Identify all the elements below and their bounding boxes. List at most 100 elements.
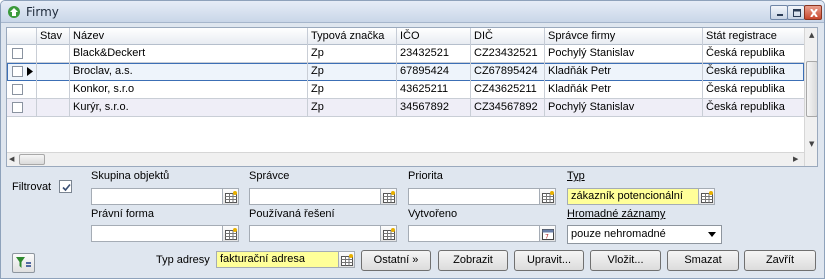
row-checkbox[interactable] xyxy=(12,102,23,113)
typ-cell: Zp xyxy=(308,99,397,117)
col-stat-registrace-header[interactable]: Stát registrace xyxy=(703,28,804,45)
chevron-down-icon xyxy=(708,232,716,237)
dic-cell: CZ67895424 xyxy=(471,63,545,81)
row-checkbox[interactable] xyxy=(12,48,23,59)
lookup-grid-icon xyxy=(341,254,353,266)
title-bar[interactable]: Firmy xyxy=(1,1,824,23)
horizontal-scrollbar[interactable]: ◀ ▶ xyxy=(7,152,804,166)
svg-text:7: 7 xyxy=(545,234,549,241)
vytvoreno-calendar-button[interactable]: 7 xyxy=(539,225,556,242)
vertical-scroll-thumb[interactable] xyxy=(806,61,817,117)
hromadne-zaznamy-select[interactable]: pouze nehromadné xyxy=(567,225,722,244)
priorita-input[interactable] xyxy=(408,188,539,205)
col-nazev-header[interactable]: Název xyxy=(70,28,308,45)
spravce-cell: Pochylý Stanislav xyxy=(545,99,703,117)
scroll-down-arrow-icon[interactable]: ▼ xyxy=(809,140,814,148)
scroll-up-arrow-icon[interactable]: ▲ xyxy=(809,31,814,39)
spravce-cell: Pochylý Stanislav xyxy=(545,45,703,63)
checkmark-icon xyxy=(62,183,71,192)
stav-cell xyxy=(37,81,70,99)
col-spravce-firmy-header[interactable]: Správce firmy xyxy=(545,28,703,45)
filter-toggle-button[interactable] xyxy=(12,253,35,273)
ico-cell: 43625211 xyxy=(397,81,471,99)
close-icon xyxy=(810,9,818,17)
vertical-scrollbar[interactable]: ▲ ▼ xyxy=(804,28,817,166)
col-ico-header[interactable]: IČO xyxy=(397,28,471,45)
spravce-cell: Kladňák Petr xyxy=(545,63,703,81)
typ-cell: Zp xyxy=(308,45,397,63)
lookup-grid-icon xyxy=(542,191,554,203)
scroll-right-arrow-icon[interactable]: ▶ xyxy=(793,155,798,163)
close-button[interactable] xyxy=(804,5,822,20)
nazev-cell: Konkor, s.r.o xyxy=(70,81,308,99)
dic-cell: CZ43625211 xyxy=(471,81,545,99)
firmy-window: Firmy Stav Název Typová značka IČO DIČ S… xyxy=(0,0,825,279)
row-select-cell[interactable] xyxy=(7,63,37,81)
priorita-picker-button[interactable] xyxy=(539,188,556,205)
skupina-objektu-input[interactable] xyxy=(91,188,222,205)
current-row-arrow-icon xyxy=(27,67,33,76)
vytvoreno-input[interactable] xyxy=(408,225,539,242)
typ-picker-button[interactable] xyxy=(698,188,715,205)
pouzivana-reseni-input[interactable] xyxy=(249,225,380,242)
typ-adresy-input[interactable]: fakturační adresa xyxy=(216,251,338,268)
stat-cell: Česká republika xyxy=(706,65,785,77)
col-stav-header[interactable]: Stav xyxy=(37,28,70,45)
lookup-grid-icon xyxy=(383,191,395,203)
ico-cell: 67895424 xyxy=(397,63,471,81)
table-row[interactable]: Konkor, s.r.o Zp 43625211 CZ43625211 Kla… xyxy=(7,81,804,99)
minimize-icon xyxy=(777,14,783,16)
window-title: Firmy xyxy=(26,5,59,19)
filter-checkbox[interactable] xyxy=(59,180,72,193)
row-checkbox[interactable] xyxy=(12,84,23,95)
dic-cell: CZ23432521 xyxy=(471,45,545,63)
zobrazit-button[interactable]: Zobrazit xyxy=(438,250,508,271)
pouzivana-reseni-picker-button[interactable] xyxy=(380,225,397,242)
pravni-forma-label: Právní forma xyxy=(91,208,154,220)
stav-cell xyxy=(37,45,70,63)
typ-input[interactable]: zákazník potencionální xyxy=(567,188,698,205)
scroll-left-arrow-icon[interactable]: ◀ xyxy=(9,155,14,163)
maximize-button[interactable] xyxy=(787,5,805,20)
vytvoreno-label: Vytvořeno xyxy=(408,208,458,220)
table-row[interactable]: Black&Deckert Zp 23432521 CZ23432521 Poc… xyxy=(7,45,804,63)
col-typova-znacka-header[interactable]: Typová značka xyxy=(308,28,397,45)
table-row[interactable]: Kurýr, s.r.o. Zp 34567892 CZ34567892 Poc… xyxy=(7,99,804,117)
spravce-picker-button[interactable] xyxy=(380,188,397,205)
pravni-forma-picker-button[interactable] xyxy=(222,225,239,242)
lookup-grid-icon xyxy=(383,228,395,240)
row-select-cell[interactable] xyxy=(7,99,37,117)
dic-cell: CZ34567892 xyxy=(471,99,545,117)
filter-funnel-icon xyxy=(16,257,31,268)
minimize-button[interactable] xyxy=(770,5,788,20)
typ-adresy-picker-button[interactable] xyxy=(338,251,355,268)
col-dic-header[interactable]: DIČ xyxy=(471,28,545,45)
row-select-cell[interactable] xyxy=(7,81,37,99)
upravit-button[interactable]: Upravit... xyxy=(514,250,584,271)
row-checkbox[interactable] xyxy=(12,66,23,77)
companies-grid[interactable]: Stav Název Typová značka IČO DIČ Správce… xyxy=(6,27,818,167)
filter-label: Filtrovat xyxy=(12,181,52,193)
hromadne-zaznamy-value: pouze nehromadné xyxy=(571,228,666,240)
lookup-grid-icon xyxy=(701,191,713,203)
spravce-input[interactable] xyxy=(249,188,380,205)
ostatni-button[interactable]: Ostatní » xyxy=(361,250,431,271)
row-select-cell[interactable] xyxy=(7,45,37,63)
lookup-grid-icon xyxy=(225,228,237,240)
table-row-selected[interactable]: Broclav, a.s. Zp 67895424 CZ67895424 Kla… xyxy=(7,63,804,81)
stat-cell: Česká republika xyxy=(706,83,785,95)
maximize-icon xyxy=(793,9,801,17)
skupina-objektu-picker-button[interactable] xyxy=(222,188,239,205)
horizontal-scroll-thumb[interactable] xyxy=(19,154,45,165)
typ-adresy-label: Typ adresy xyxy=(156,254,210,266)
typ-cell: Zp xyxy=(308,63,397,81)
stav-cell xyxy=(37,99,70,117)
vlozit-button[interactable]: Vložit... xyxy=(590,250,661,271)
zavrit-button[interactable]: Zavřít xyxy=(744,250,816,271)
smazat-button[interactable]: Smazat xyxy=(667,250,739,271)
pravni-forma-input[interactable] xyxy=(91,225,222,242)
stat-cell: Česká republika xyxy=(706,47,785,59)
priorita-label: Priorita xyxy=(408,170,443,182)
col-select-header[interactable] xyxy=(7,28,37,45)
hromadne-zaznamy-label: Hromadné záznamy xyxy=(567,208,666,220)
